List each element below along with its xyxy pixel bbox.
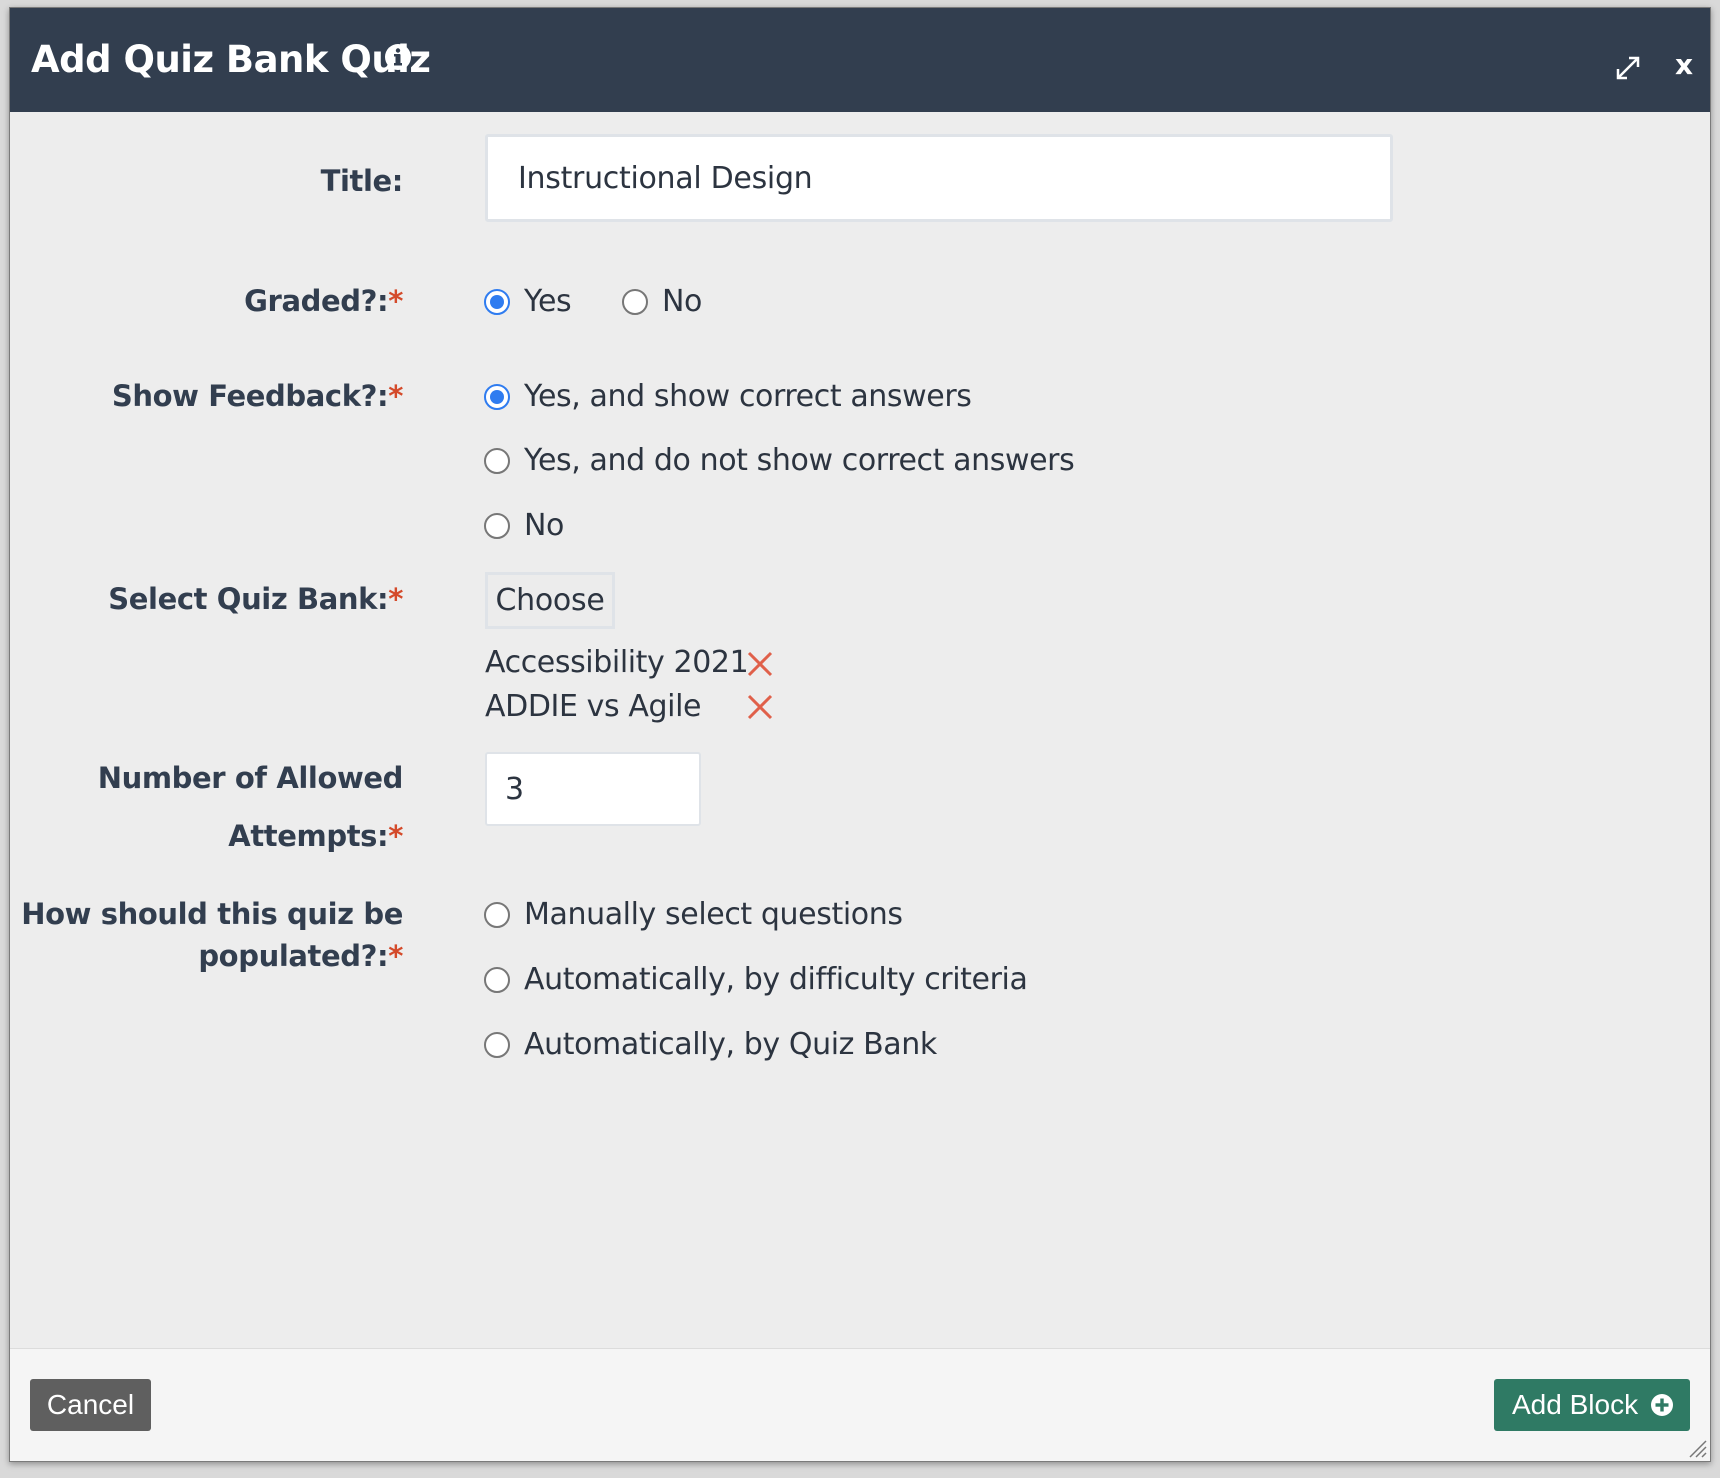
populate-label: How should this quiz be populated?:* <box>21 893 403 977</box>
attempts-label: Number of Allowed Attempts:* <box>97 757 404 857</box>
populate-label-line2-wrap: populated?:* <box>21 935 403 977</box>
add-quiz-bank-quiz-dialog: Add Quiz Bank Quiz x Title: Graded?:* Ye… <box>9 7 1711 1462</box>
feedback-option-show-correct[interactable]: Yes, and show correct answers <box>484 379 972 414</box>
add-block-label: Add Block <box>1512 1389 1639 1420</box>
title-label: Title: <box>320 160 404 202</box>
populate-option-difficulty[interactable]: Automatically, by difficulty criteria <box>484 962 1028 997</box>
radio-button[interactable] <box>484 288 510 315</box>
feedback-option-hide-correct[interactable]: Yes, and do not show correct answers <box>484 443 1075 478</box>
quizbank-label-text: Select Quiz Bank: <box>108 582 389 616</box>
feedback-option-label: Yes, and show correct answers <box>524 379 972 414</box>
feedback-label-text: Show Feedback?: <box>111 379 389 413</box>
populate-option-label: Automatically, by Quiz Bank <box>524 1027 937 1062</box>
radio-button[interactable] <box>484 966 510 993</box>
dialog-footer: Cancel Add Block <box>10 1348 1710 1461</box>
plus-circle-icon <box>1651 1394 1673 1416</box>
expand-icon[interactable] <box>1612 52 1644 84</box>
attempts-label-line2: Attempts: <box>228 819 389 853</box>
quizbank-label: Select Quiz Bank:* <box>108 578 403 620</box>
required-marker: * <box>388 582 403 616</box>
feedback-option-label: Yes, and do not show correct answers <box>524 443 1075 478</box>
radio-button[interactable] <box>484 383 510 410</box>
feedback-label: Show Feedback?:* <box>112 375 403 417</box>
populate-option-quizbank[interactable]: Automatically, by Quiz Bank <box>484 1027 937 1062</box>
title-label-text: Title: <box>320 164 404 198</box>
feedback-option-label: No <box>524 508 564 543</box>
info-icon[interactable] <box>383 42 413 72</box>
attempts-label-line2-wrap: Attempts:* <box>98 815 403 857</box>
attempts-label-line1: Number of Allowed <box>97 761 404 795</box>
remove-icon[interactable] <box>747 694 773 720</box>
close-icon[interactable]: x <box>1670 49 1698 81</box>
populate-label-line1: How should this quiz be <box>21 897 403 931</box>
graded-label: Graded?:* <box>244 280 403 322</box>
radio-button[interactable] <box>484 1031 510 1058</box>
cancel-button[interactable]: Cancel <box>30 1379 151 1431</box>
populate-option-label: Manually select questions <box>524 897 903 932</box>
add-block-button[interactable]: Add Block <box>1494 1379 1690 1431</box>
populate-option-label: Automatically, by difficulty criteria <box>524 962 1028 997</box>
graded-option-no-label: No <box>662 284 702 319</box>
resize-handle-icon[interactable] <box>1686 1437 1708 1459</box>
graded-option-no[interactable]: No <box>622 284 702 319</box>
populate-option-manual[interactable]: Manually select questions <box>484 897 903 932</box>
required-marker: * <box>388 939 403 973</box>
title-input[interactable] <box>485 134 1393 222</box>
selected-bank-name: Accessibility 2021 <box>485 645 749 680</box>
choose-quizbank-button[interactable]: Choose <box>485 572 615 629</box>
graded-option-yes-label: Yes <box>524 284 572 319</box>
populate-label-line2: populated?: <box>198 939 389 973</box>
graded-label-text: Graded?: <box>244 284 389 318</box>
dialog-titlebar[interactable]: Add Quiz Bank Quiz x <box>10 8 1710 112</box>
dialog-title: Add Quiz Bank Quiz <box>31 38 431 81</box>
required-marker: * <box>388 284 403 318</box>
required-marker: * <box>388 379 403 413</box>
graded-option-yes[interactable]: Yes <box>484 284 572 319</box>
radio-button[interactable] <box>484 901 510 928</box>
attempts-input[interactable] <box>485 752 701 826</box>
selected-bank-name: ADDIE vs Agile <box>485 689 702 724</box>
radio-button[interactable] <box>484 512 510 539</box>
remove-icon[interactable] <box>747 651 773 677</box>
feedback-option-no[interactable]: No <box>484 508 564 543</box>
radio-button[interactable] <box>622 288 648 315</box>
required-marker: * <box>388 819 403 853</box>
radio-button[interactable] <box>484 447 510 474</box>
